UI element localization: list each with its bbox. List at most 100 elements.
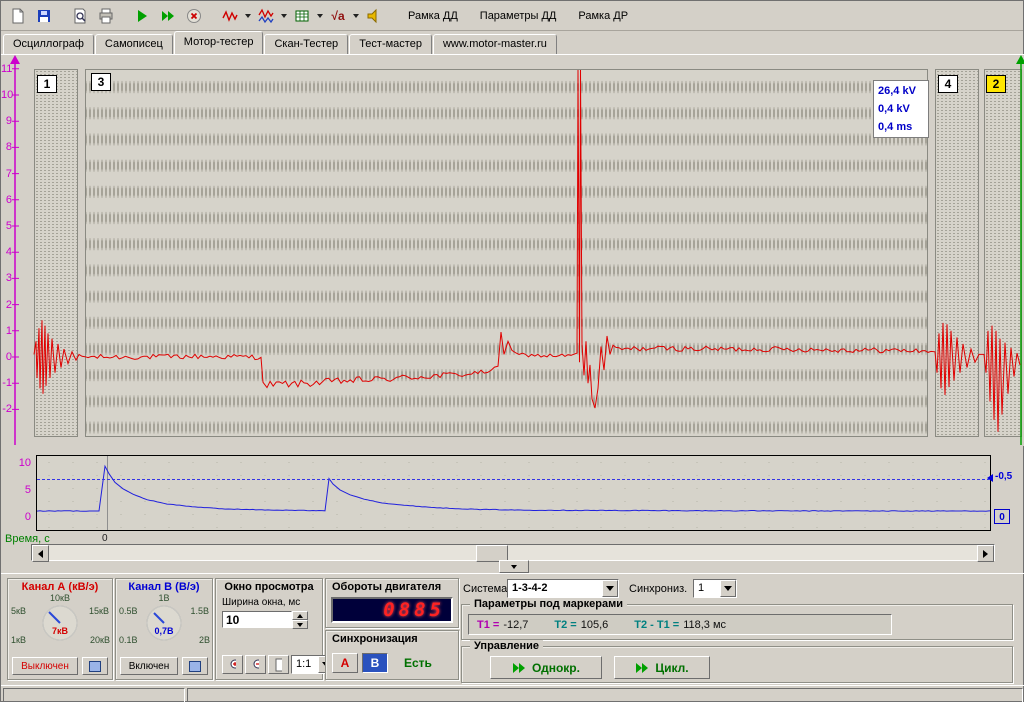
sync-status: Есть	[404, 656, 432, 670]
combo-drop-button[interactable]	[720, 580, 736, 597]
rpm-title: Обороты двигателя	[326, 581, 458, 593]
splitter-collapse-button[interactable]	[499, 560, 529, 573]
scroll-right-icon	[983, 550, 988, 558]
zoom-out-button[interactable]	[245, 655, 266, 674]
horizontal-scrollbar[interactable]	[31, 544, 995, 561]
threshold-dashed-line[interactable]	[37, 479, 990, 480]
markers-title: Параметры под маркерами	[470, 598, 627, 610]
right-marker-arrow-icon[interactable]	[1016, 55, 1024, 64]
frame-dr-button[interactable]: Рамка ДР	[567, 5, 639, 27]
combo-drop-button[interactable]	[602, 580, 618, 597]
cylinder-panel-3[interactable]	[85, 69, 928, 437]
voltage-tick-label: 9	[1, 114, 12, 128]
overview-plot[interactable]	[36, 455, 991, 531]
channel-a-range-value: 7кВ	[41, 626, 79, 636]
toolbar-separator	[387, 4, 397, 28]
scale-label: 15кВ	[89, 606, 109, 616]
channel-a-title: Канал А (кВ/э)	[8, 581, 112, 593]
channel-a-display-button[interactable]	[82, 657, 108, 675]
scale-label: 10кВ	[8, 593, 112, 603]
zoom-out-icon	[252, 658, 259, 672]
cylinder-panel-2[interactable]	[984, 69, 1022, 437]
waveform-a-dropdown[interactable]	[217, 4, 251, 28]
right-settings-zone: Система 1-3-4-2 Синхрониз. 1 Параметры п…	[459, 574, 1019, 684]
system-value: 1-3-4-2	[508, 580, 602, 597]
zero-marker-box[interactable]: 0	[994, 509, 1010, 524]
math-dropdown[interactable]: √a	[325, 4, 359, 28]
scale-label: 1кВ	[11, 635, 26, 645]
overview-tick-label: 0	[7, 510, 31, 524]
dual-waveform-icon	[254, 4, 278, 28]
grid-dropdown[interactable]	[289, 4, 323, 28]
collapse-down-icon	[511, 565, 517, 569]
channel-b-range-value: 0,7В	[145, 626, 183, 636]
sound-button[interactable]	[362, 4, 386, 28]
voltage-tick-label: 3	[1, 271, 12, 285]
dropdown-arrow-icon	[245, 14, 251, 18]
burn-time-value: 0,4 ms	[878, 118, 924, 136]
run-group: Управление Однокр. Цикл.	[461, 646, 1013, 683]
window-width-input[interactable]	[222, 611, 292, 628]
play-button[interactable]	[130, 4, 154, 28]
fit-page-button[interactable]	[268, 655, 289, 674]
tab-recorder[interactable]: Самописец	[95, 34, 173, 54]
voltage-tick-label: 2	[1, 298, 12, 312]
tab-website[interactable]: www.motor-master.ru	[433, 34, 557, 54]
floppy-icon	[36, 8, 52, 24]
tab-scan-tester[interactable]: Скан-Тестер	[264, 34, 348, 54]
sync-select-label: Синхрониз.	[629, 583, 687, 595]
scope-area: 1 3 4 2 11109876543210-1-2 26,4 kV 0,4 k…	[1, 54, 1024, 446]
marker-values-strip: Т1 =-12,7 Т2 =105,6 Т2 - Т1 =118,3 мс	[468, 614, 892, 635]
system-label: Система	[463, 583, 507, 595]
cycle-run-button[interactable]: Цикл.	[614, 656, 710, 679]
channel-b-display-button[interactable]	[182, 657, 208, 675]
system-combobox[interactable]: 1-3-4-2	[507, 579, 619, 598]
voltage-tick-label: 8	[1, 140, 12, 154]
cylinder-panel-4[interactable]	[935, 69, 979, 437]
zoom-in-button[interactable]	[222, 655, 243, 674]
channel-b-power-button[interactable]: Включен	[120, 657, 178, 675]
cylinder-panel-1[interactable]	[34, 69, 78, 437]
sync-channel-b-button[interactable]: В	[362, 653, 388, 673]
sync-select-value: 1	[694, 580, 720, 597]
save-button[interactable]	[32, 4, 56, 28]
tab-test-master[interactable]: Тест-мастер	[349, 34, 432, 54]
frame-dd-button[interactable]: Рамка ДД	[397, 5, 469, 27]
channel-a-dial: 10кВ 5кВ 15кВ 1кВ 20кВ 7кВ	[8, 593, 112, 651]
display-icon	[189, 661, 201, 672]
display-icon	[89, 661, 101, 672]
channel-a-power-button[interactable]: Выключен	[12, 657, 78, 675]
channel-a-group: Канал А (кВ/э) 10кВ 5кВ 15кВ 1кВ 20кВ 7к…	[7, 578, 113, 680]
chevron-down-icon	[606, 586, 614, 591]
single-run-button[interactable]: Однокр.	[490, 656, 602, 679]
waveform-b-dropdown[interactable]	[253, 4, 287, 28]
tab-oscilloscope[interactable]: Осциллограф	[3, 34, 94, 54]
channel-b-knob[interactable]: 0,7В	[145, 604, 183, 642]
threshold-arrow-icon	[987, 474, 993, 482]
spin-up-button[interactable]	[292, 611, 308, 620]
toolbar-separator	[119, 4, 129, 28]
sync-select-combobox[interactable]: 1	[693, 579, 737, 598]
new-document-button[interactable]	[6, 4, 30, 28]
spin-down-button[interactable]	[292, 620, 308, 629]
channel-a-knob[interactable]: 7кВ	[41, 604, 79, 642]
stop-button[interactable]	[182, 4, 206, 28]
toolbar: √a Рамка ДД Параметры ДД Рамка ДР	[1, 1, 1023, 31]
sync-channel-a-button[interactable]: А	[332, 653, 358, 673]
sync-title: Синхронизация	[326, 633, 458, 645]
channel-b-dial: 1В 0.5В 1.5В 0.1В 2В 0,7В	[116, 593, 212, 651]
voltage-tick-label: 7	[1, 167, 12, 181]
fast-play-button[interactable]	[156, 4, 180, 28]
waveform-icon	[218, 4, 242, 28]
tab-motor-tester[interactable]: Мотор-тестер	[174, 31, 264, 54]
channel-b-title: Канал B (В/э)	[116, 581, 212, 593]
dt-readout: Т2 - Т1 =118,3 мс	[634, 619, 726, 631]
window-width-label: Ширина окна, мс	[222, 597, 300, 608]
spin-down-icon	[297, 623, 303, 627]
peak-voltage-value: 26,4 kV	[878, 82, 924, 100]
params-dd-button[interactable]: Параметры ДД	[469, 5, 568, 27]
print-preview-button[interactable]	[68, 4, 92, 28]
print-button[interactable]	[94, 4, 118, 28]
voltage-tick-label: 10	[1, 88, 12, 102]
speaker-icon	[366, 8, 382, 24]
